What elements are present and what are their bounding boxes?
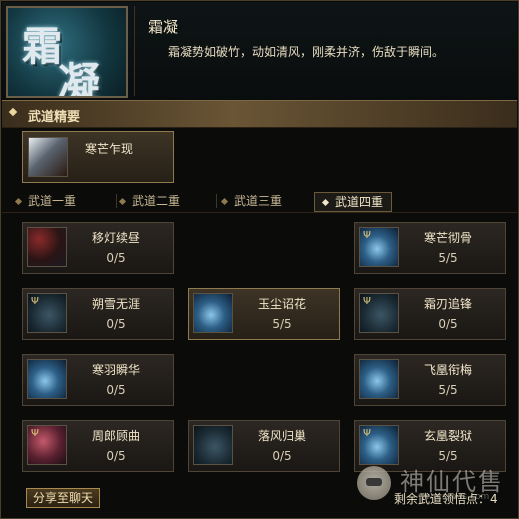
phoenix-plum-skill-icon [359, 359, 399, 399]
remaining-points-label: 剩余武道领悟点：4 [394, 492, 498, 506]
skill-level: 5/5 [438, 449, 458, 463]
tab-diamond-icon [321, 198, 330, 207]
skill-level: 5/5 [438, 383, 458, 397]
section-title: 武道精要 [28, 110, 81, 125]
skill-name: 寒羽瞬华 [91, 363, 140, 377]
tab-label: 武道四重 [335, 195, 384, 209]
skill-level: 0/5 [106, 251, 126, 265]
skill-card[interactable]: 移灯续昼 0/5 [22, 222, 174, 274]
melody-skill-icon: Ψ [27, 425, 67, 465]
skill-name: 玄凰裂狱 [423, 429, 472, 443]
skill-name: 周郎顾曲 [91, 429, 140, 443]
skill-level: 0/5 [272, 449, 292, 463]
skill-card[interactable]: Ψ 寒芒彻骨 5/5 [354, 222, 506, 274]
skill-card[interactable]: Ψ 朔雪无涯 0/5 [22, 288, 174, 340]
tab-diamond-icon [14, 197, 23, 206]
tab-separator [216, 194, 217, 208]
tab-tier-4[interactable]: 武道四重 [314, 192, 393, 212]
sword-fighter-icon [28, 137, 68, 177]
skill-description: 霜凝势如破竹，动如清风，刚柔并济，伤敌于瞬间。 [168, 45, 445, 59]
tier-tabs: 武道一重 武道二重 武道三重 武道四重 [2, 190, 517, 213]
tab-diamond-icon [118, 197, 127, 206]
tab-label: 武道三重 [234, 194, 283, 208]
dark-phoenix-skill-icon: Ψ [359, 425, 399, 465]
emblem-char-2: 凝 [58, 59, 101, 98]
skill-emblem-icon: 霜 凝 [6, 6, 128, 98]
tab-tier-1[interactable]: 武道一重 [14, 192, 77, 210]
watermark-logo-icon [357, 466, 391, 500]
section-diamond-icon [8, 107, 18, 117]
skill-card[interactable]: 寒羽瞬华 0/5 [22, 354, 174, 406]
featured-skill-card[interactable]: 寒芒乍现 [22, 131, 174, 183]
skill-title: 霜凝 [148, 18, 179, 36]
skill-name: 朔雪无涯 [91, 297, 140, 311]
tab-label: 武道二重 [132, 194, 181, 208]
skill-name: 飞凰衔梅 [423, 363, 472, 377]
skill-name: 霜刃追锋 [423, 297, 472, 311]
feather-skill-icon [27, 359, 67, 399]
skill-card[interactable]: Ψ 霜刃追锋 0/5 [354, 288, 506, 340]
trident-mark-icon: Ψ [363, 296, 371, 307]
tab-separator [116, 194, 117, 208]
frost-skill-icon: Ψ [359, 227, 399, 267]
trident-mark-icon: Ψ [363, 428, 371, 439]
skill-name: 寒芒彻骨 [423, 231, 472, 245]
jade-dust-skill-icon [193, 293, 233, 333]
section-bar: 武道精要 [2, 100, 517, 128]
emblem-char-1: 霜 [22, 23, 62, 70]
skill-name: 移灯续昼 [91, 231, 140, 245]
skill-name: 落风归巢 [257, 429, 306, 443]
skill-level: 0/5 [106, 383, 126, 397]
snow-skill-icon: Ψ [27, 293, 67, 333]
trident-mark-icon: Ψ [31, 296, 39, 307]
skill-card[interactable]: Ψ 周郎顾曲 0/5 [22, 420, 174, 472]
skill-card[interactable]: 落风归巢 0/5 [188, 420, 340, 472]
skill-level: 5/5 [438, 251, 458, 265]
wind-nest-skill-icon [193, 425, 233, 465]
skill-level: 0/5 [106, 449, 126, 463]
tab-tier-3[interactable]: 武道三重 [220, 192, 283, 210]
trident-mark-icon: Ψ [363, 230, 371, 241]
tab-label: 武道一重 [28, 194, 77, 208]
header-divider [134, 6, 135, 96]
lantern-skill-icon [27, 227, 67, 267]
tab-diamond-icon [220, 197, 229, 206]
skill-level: 0/5 [438, 317, 458, 331]
share-to-chat-button[interactable]: 分享至聊天 [26, 488, 100, 508]
featured-skill-name: 寒芒乍现 [85, 142, 134, 156]
skill-card[interactable]: 飞凰衔梅 5/5 [354, 354, 506, 406]
skill-level: 5/5 [272, 317, 292, 331]
skill-card[interactable]: 玉尘诏花 5/5 [188, 288, 340, 340]
skill-name: 玉尘诏花 [257, 297, 306, 311]
trident-mark-icon: Ψ [31, 428, 39, 439]
blade-skill-icon: Ψ [359, 293, 399, 333]
skill-level: 0/5 [106, 317, 126, 331]
skill-header: 霜 凝 霜凝 霜凝势如破竹，动如清风，刚柔并济，伤敌于瞬间。 [2, 2, 517, 101]
tab-tier-2[interactable]: 武道二重 [118, 192, 181, 210]
